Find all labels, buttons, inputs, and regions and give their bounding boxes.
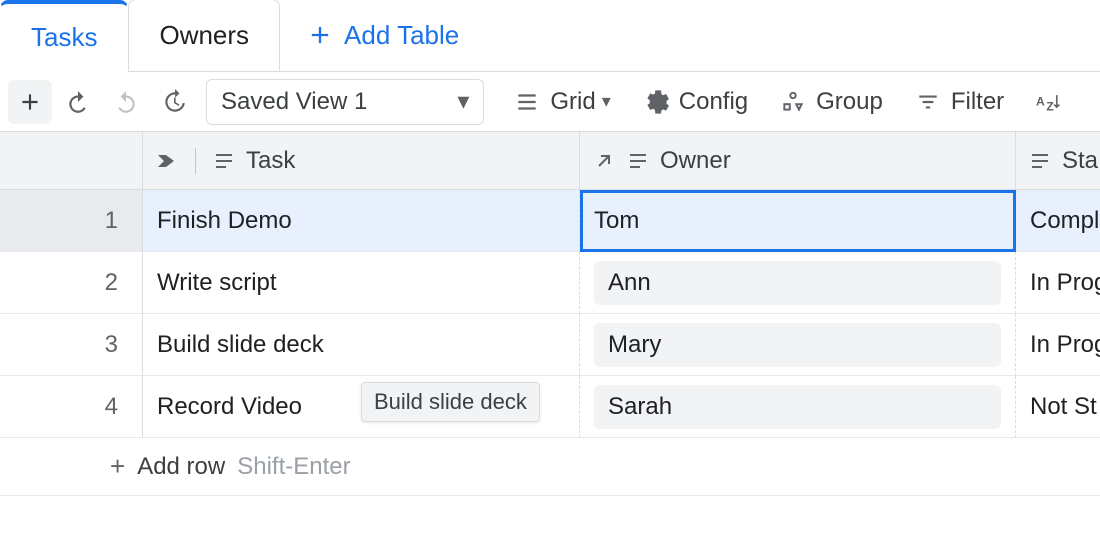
cell-value: Write script — [157, 269, 277, 297]
add-row-button[interactable]: + Add row Shift-Enter — [0, 438, 1100, 496]
plus-icon — [17, 89, 43, 115]
filter-icon — [915, 89, 941, 115]
tab-tasks[interactable]: Tasks — [0, 0, 128, 72]
filter-button[interactable]: Filter — [901, 79, 1018, 125]
add-button[interactable] — [8, 80, 52, 124]
tab-owners[interactable]: Owners — [128, 0, 280, 71]
add-row-label: Add row — [137, 453, 225, 481]
cell-task[interactable]: Record Video Build slide deck — [143, 376, 580, 438]
header-status[interactable]: Sta — [1016, 132, 1100, 190]
cell-value: Not St — [1030, 393, 1097, 421]
header-owner[interactable]: Owner — [580, 132, 1016, 190]
add-table-label: Add Table — [344, 20, 459, 51]
cell-value: Ann — [608, 269, 651, 297]
cell-value: Build slide deck — [157, 331, 324, 359]
header-rownum[interactable] — [0, 132, 143, 190]
history-icon — [161, 89, 187, 115]
group-button[interactable]: Group — [766, 79, 897, 125]
tab-owners-label: Owners — [159, 20, 249, 51]
text-icon — [626, 149, 650, 173]
add-table-button[interactable]: Add Table — [280, 0, 485, 71]
svg-text:A: A — [1036, 94, 1045, 108]
cell-status[interactable]: In Prog — [1016, 314, 1100, 376]
cell-value: Finish Demo — [157, 207, 292, 235]
header-owner-label: Owner — [660, 147, 731, 175]
filter-label: Filter — [951, 88, 1004, 116]
cell-owner[interactable]: Mary — [580, 314, 1016, 376]
link-arrow-icon — [592, 149, 616, 173]
row-number[interactable]: 4 — [0, 376, 143, 438]
tabs-row: Tasks Owners Add Table — [0, 0, 1100, 72]
grid-view-button[interactable]: Grid ▾ — [500, 79, 624, 125]
list-icon — [514, 89, 540, 115]
cell-status[interactable]: In Prog — [1016, 252, 1100, 314]
header-status-label: Sta — [1062, 147, 1098, 175]
sort-button[interactable]: A Z — [1022, 79, 1062, 125]
cell-value: Mary — [608, 331, 661, 359]
header-task[interactable]: Task — [143, 132, 580, 190]
redo-button[interactable] — [104, 80, 148, 124]
cell-task[interactable]: Write script — [143, 252, 580, 314]
cell-value: Sarah — [608, 393, 672, 421]
row-number[interactable]: 3 — [0, 314, 143, 376]
cell-value: Tom — [594, 207, 639, 235]
saved-view-label: Saved View 1 — [221, 88, 367, 116]
history-button[interactable] — [152, 80, 196, 124]
cell-status[interactable]: Not St — [1016, 376, 1100, 438]
cell-value: Compl — [1030, 207, 1099, 235]
cell-task[interactable]: Build slide deck — [143, 314, 580, 376]
cell-value: In Prog — [1030, 269, 1100, 297]
cell-value: In Prog — [1030, 331, 1100, 359]
cell-task[interactable]: Finish Demo — [143, 190, 580, 252]
cell-status[interactable]: Compl — [1016, 190, 1100, 252]
cell-owner[interactable]: Ann — [580, 252, 1016, 314]
config-label: Config — [679, 88, 748, 116]
group-icon — [780, 89, 806, 115]
undo-icon — [65, 89, 91, 115]
redo-icon — [113, 89, 139, 115]
grid-label: Grid — [550, 88, 595, 116]
data-grid: Task Owner Sta 1 Finish Demo Tom Compl 2… — [0, 132, 1100, 496]
tooltip: Build slide deck — [361, 382, 540, 422]
config-button[interactable]: Config — [629, 79, 762, 125]
toolbar: Saved View 1 ▾ Grid ▾ Config Group Filte… — [0, 72, 1100, 132]
undo-button[interactable] — [56, 80, 100, 124]
row-number[interactable]: 2 — [0, 252, 143, 314]
separator — [195, 148, 196, 174]
cell-owner[interactable]: Sarah — [580, 376, 1016, 438]
sort-az-icon: A Z — [1036, 89, 1062, 115]
cell-owner[interactable]: Tom — [580, 190, 1016, 252]
svg-text:Z: Z — [1047, 99, 1055, 113]
gear-icon — [643, 89, 669, 115]
add-row-hint: Shift-Enter — [237, 453, 350, 481]
saved-view-select[interactable]: Saved View 1 ▾ — [206, 79, 484, 125]
group-label: Group — [816, 88, 883, 116]
cell-value: Record Video — [157, 393, 302, 421]
text-icon — [1028, 149, 1052, 173]
text-icon — [212, 149, 236, 173]
caret-down-icon: ▾ — [457, 87, 469, 116]
header-task-label: Task — [246, 147, 295, 175]
tag-icon — [155, 149, 179, 173]
caret-down-icon: ▾ — [602, 91, 611, 112]
tab-tasks-label: Tasks — [31, 22, 97, 53]
row-number[interactable]: 1 — [0, 190, 143, 252]
plus-icon — [306, 21, 334, 49]
plus-icon: + — [110, 451, 125, 482]
